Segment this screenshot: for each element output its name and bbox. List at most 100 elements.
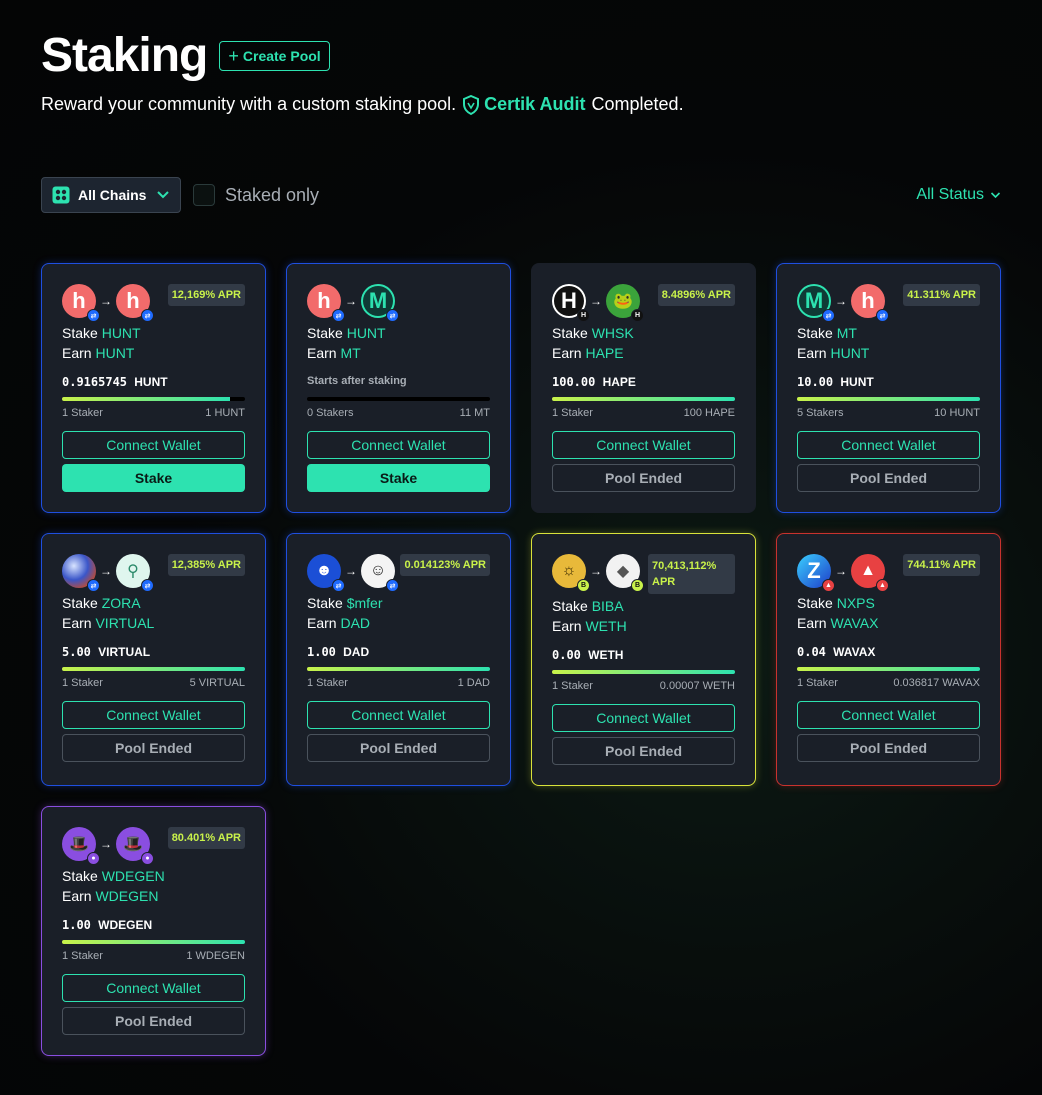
pool-ended-button: Pool Ended bbox=[797, 464, 980, 492]
certik-audit-link[interactable]: Certik Audit bbox=[462, 94, 586, 115]
reward-progress-fill bbox=[62, 940, 245, 944]
chain-badge-icon: ▲ bbox=[822, 579, 835, 592]
connect-wallet-button[interactable]: Connect Wallet bbox=[62, 701, 245, 729]
earn-word: Earn bbox=[307, 345, 337, 361]
chevron-down-icon bbox=[990, 192, 1001, 199]
staked-only-label: Staked only bbox=[225, 184, 320, 205]
stake-button[interactable]: Stake bbox=[62, 464, 245, 492]
chain-select-value: All Chains bbox=[78, 187, 147, 203]
hape-token-icon: 🐸 H bbox=[606, 284, 644, 322]
staker-count: 1 Staker bbox=[307, 677, 348, 689]
reward-amount: 0.04 WAVAX bbox=[797, 645, 980, 661]
reward-progress-bar bbox=[307, 667, 490, 671]
connect-wallet-button[interactable]: Connect Wallet bbox=[307, 431, 490, 459]
stake-word: Stake bbox=[62, 595, 98, 611]
total-reward: 0.00007 WETH bbox=[659, 680, 735, 692]
chain-badge-icon: ⇄ bbox=[876, 309, 889, 322]
connect-wallet-button[interactable]: Connect Wallet bbox=[62, 974, 245, 1002]
hunt-token-icon: h ⇄ bbox=[307, 284, 345, 322]
chain-badge-icon: ⇄ bbox=[386, 579, 399, 592]
staked-only-toggle[interactable]: Staked only bbox=[193, 184, 319, 206]
reward-progress-fill bbox=[552, 397, 735, 401]
stake-line: Stake ZORA bbox=[62, 593, 245, 613]
reward-progress-bar bbox=[62, 940, 245, 944]
stake-button[interactable]: Stake bbox=[307, 464, 490, 492]
reward-amount: 1.00 WDEGEN bbox=[62, 918, 245, 934]
connect-wallet-button[interactable]: Connect Wallet bbox=[552, 704, 735, 732]
reward-progress-bar bbox=[552, 397, 735, 401]
stake-word: Stake bbox=[307, 325, 343, 341]
stake-token-symbol: HUNT bbox=[346, 325, 386, 341]
arrow-right-icon: → bbox=[100, 294, 112, 308]
biba-token-icon: ☼ B bbox=[552, 554, 590, 592]
chain-badge-icon: ⇄ bbox=[141, 579, 154, 592]
connect-wallet-button[interactable]: Connect Wallet bbox=[797, 431, 980, 459]
earn-line: Earn DAD bbox=[307, 613, 490, 633]
reward-amount-value: 0.9165745 bbox=[62, 375, 128, 389]
create-pool-button[interactable]: + Create Pool bbox=[219, 41, 330, 71]
earn-token-symbol: WDEGEN bbox=[95, 888, 159, 904]
connect-wallet-button[interactable]: Connect Wallet bbox=[307, 701, 490, 729]
connect-wallet-button[interactable]: Connect Wallet bbox=[552, 431, 735, 459]
reward-amount-unit: HAPE bbox=[602, 375, 636, 389]
pool-meta: 1 Staker 1 WDEGEN bbox=[62, 950, 245, 962]
staker-count: 1 Staker bbox=[797, 677, 838, 689]
connect-wallet-button[interactable]: Connect Wallet bbox=[797, 701, 980, 729]
pool-meta: 1 Staker 5 VIRTUAL bbox=[62, 677, 245, 689]
chevron-down-icon bbox=[157, 191, 169, 199]
total-reward: 5 VIRTUAL bbox=[189, 677, 245, 689]
pool-card: Z ▲ → ▲ ▲ 744.11% APR Stake NXPS Earn WAVAX … bbox=[776, 533, 1001, 786]
token-pair: M ⇄ → h ⇄ bbox=[797, 284, 889, 322]
earn-line: Earn HAPE bbox=[552, 343, 735, 363]
reward-progress-fill bbox=[552, 670, 735, 674]
earn-word: Earn bbox=[552, 618, 582, 634]
pool-card-header: M ⇄ → h ⇄ 41.311% APR bbox=[797, 284, 980, 322]
chain-badge-icon: ● bbox=[87, 852, 100, 865]
token-pair: ⇄ → ⚲ ⇄ bbox=[62, 554, 154, 592]
earn-word: Earn bbox=[797, 345, 827, 361]
chain-select[interactable]: All Chains bbox=[41, 177, 181, 213]
chain-badge-icon: ⇄ bbox=[386, 309, 399, 322]
stake-line: Stake HUNT bbox=[307, 323, 490, 343]
pool-card: ⇄ → ⚲ ⇄ 12,385% APR Stake ZORA Earn VIRTUAL… bbox=[41, 533, 266, 786]
reward-progress-bar bbox=[62, 397, 245, 401]
plus-icon: + bbox=[228, 46, 239, 66]
earn-line: Earn MT bbox=[307, 343, 490, 363]
chain-badge-icon: H bbox=[577, 309, 590, 322]
chain-badge-icon: ⇄ bbox=[141, 309, 154, 322]
reward-amount: 100.00 HAPE bbox=[552, 375, 735, 391]
pool-meta: 1 Staker 0.036817 WAVAX bbox=[797, 677, 980, 689]
dad-token-icon: ☺ ⇄ bbox=[361, 554, 399, 592]
reward-amount: 1.00 DAD bbox=[307, 645, 490, 661]
page-header: Staking + Create Pool Reward your commun… bbox=[41, 28, 684, 115]
staked-only-checkbox[interactable] bbox=[193, 184, 215, 206]
pool-meta: 5 Stakers 10 HUNT bbox=[797, 407, 980, 419]
virtual-token-icon: ⚲ ⇄ bbox=[116, 554, 154, 592]
stake-line: Stake HUNT bbox=[62, 323, 245, 343]
earn-token-symbol: MT bbox=[340, 345, 361, 361]
pool-meta: 1 Staker 0.00007 WETH bbox=[552, 680, 735, 692]
stake-token-symbol: MT bbox=[836, 325, 857, 341]
earn-word: Earn bbox=[797, 615, 827, 631]
token-pair: h ⇄ → h ⇄ bbox=[62, 284, 154, 322]
certik-audit-label: Certik Audit bbox=[484, 94, 586, 114]
nxps-token-icon: Z ▲ bbox=[797, 554, 835, 592]
token-pair: 🎩 ● → 🎩 ● bbox=[62, 827, 154, 865]
pool-card: h ⇄ → M ⇄ Stake HUNT Earn MT Starts after st… bbox=[286, 263, 511, 513]
earn-token-symbol: WAVAX bbox=[830, 615, 879, 631]
status-filter-dropdown[interactable]: All Status bbox=[916, 186, 1001, 204]
pool-card-header: h ⇄ → h ⇄ 12,169% APR bbox=[62, 284, 245, 322]
stake-line: Stake BIBA bbox=[552, 596, 735, 616]
earn-word: Earn bbox=[307, 615, 337, 631]
reward-amount: 0.9165745 HUNT bbox=[62, 375, 245, 391]
staker-count: 0 Stakers bbox=[307, 407, 354, 419]
staker-count: 1 Staker bbox=[62, 950, 103, 962]
reward-amount-value: 10.00 bbox=[797, 375, 834, 389]
apr-badge: 80.401% APR bbox=[167, 827, 245, 849]
reward-amount: 0.00 WETH bbox=[552, 648, 735, 664]
connect-wallet-button[interactable]: Connect Wallet bbox=[62, 431, 245, 459]
reward-progress-fill bbox=[62, 667, 245, 671]
page-subtitle: Reward your community with a custom stak… bbox=[41, 94, 684, 115]
pool-card-header: Z ▲ → ▲ ▲ 744.11% APR bbox=[797, 554, 980, 592]
chain-badge-icon: H bbox=[631, 309, 644, 322]
